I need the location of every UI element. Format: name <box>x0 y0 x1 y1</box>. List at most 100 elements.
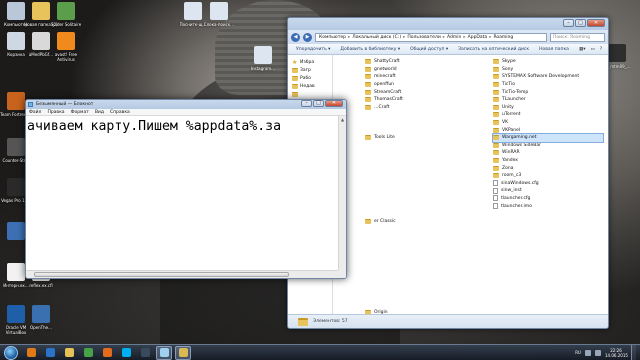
file-item[interactable]: ThomasCraft <box>365 96 475 104</box>
back-arrow-icon[interactable]: ◀ <box>291 32 300 42</box>
taskbar-app-button[interactable] <box>23 346 39 360</box>
add-to-library-button[interactable]: Добавить в библиотеку ▾ <box>340 47 400 52</box>
file-item[interactable] <box>365 126 475 134</box>
volume-icon[interactable] <box>595 349 601 356</box>
desktop-icon[interactable]: Instagram… <box>246 46 280 76</box>
menu-item[interactable]: Правка <box>47 109 64 115</box>
taskbar-app-button[interactable] <box>137 346 153 360</box>
address-bar[interactable]: Компьютер ▸ Локальный диск (C:) ▸ Пользовате… <box>315 32 547 42</box>
file-item[interactable]: sinaWindows.cfg <box>493 180 603 188</box>
taskbar-app-button[interactable] <box>80 346 96 360</box>
file-item[interactable]: Yandex <box>493 157 603 165</box>
file-item[interactable] <box>365 293 475 301</box>
close-button[interactable]: ✕ <box>587 19 605 27</box>
desktop-icon[interactable]: Слока-поиск… <box>202 2 236 32</box>
menu-item[interactable]: Справка <box>110 109 130 115</box>
file-item[interactable]: gnetworld <box>365 66 475 74</box>
file-item[interactable] <box>365 271 475 279</box>
file-item[interactable]: TicTio <box>493 81 603 89</box>
forward-arrow-icon[interactable]: ▶ <box>303 32 312 42</box>
language-indicator[interactable]: RU <box>575 350 581 355</box>
explorer-titlebar[interactable]: – □ ✕ <box>288 18 608 30</box>
preview-pane-icon[interactable]: ▭ <box>590 47 594 52</box>
file-item[interactable] <box>365 278 475 286</box>
file-item[interactable] <box>365 301 475 309</box>
organize-button[interactable]: Упорядочить ▾ <box>296 47 330 52</box>
file-item[interactable]: sinw_inst <box>493 187 603 195</box>
file-item[interactable] <box>365 172 475 180</box>
file-item[interactable] <box>365 255 475 263</box>
file-item[interactable] <box>365 248 475 256</box>
menu-item[interactable]: Вид <box>95 109 104 115</box>
nav-pane-item[interactable] <box>288 90 332 98</box>
file-item[interactable]: Skype <box>493 58 603 66</box>
show-desktop-button[interactable] <box>631 345 636 360</box>
file-item[interactable]: StreamCraft <box>365 88 475 96</box>
file-item[interactable] <box>365 202 475 210</box>
desktop-icon[interactable]: Spider Solitaire <box>49 2 83 32</box>
vertical-scrollbar[interactable]: ▲ <box>338 116 346 270</box>
file-item[interactable]: VKPanel <box>493 126 603 134</box>
maximize-button[interactable]: □ <box>313 100 324 107</box>
file-item[interactable]: tlauncher.cfg <box>493 195 603 203</box>
nav-pane-item[interactable]: Рабо <box>288 74 332 82</box>
nav-pane-item[interactable]: ★ Избра <box>288 58 332 66</box>
file-item[interactable]: uTorrent <box>493 111 603 119</box>
breadcrumb-segment[interactable]: Пользователи <box>407 35 440 40</box>
file-item[interactable]: ShattyCraft <box>365 58 475 66</box>
file-item[interactable]: Zona <box>493 164 603 172</box>
search-input[interactable]: Поиск: Roaming <box>550 32 605 42</box>
share-button[interactable]: Общий доступ ▾ <box>410 47 448 52</box>
file-item[interactable] <box>365 180 475 188</box>
maximize-button[interactable]: □ <box>575 19 586 27</box>
menu-item[interactable]: Файл <box>29 109 41 115</box>
file-item[interactable]: Unity <box>493 104 603 112</box>
taskbar-app-button[interactable] <box>118 346 134 360</box>
resize-grip[interactable] <box>338 270 346 278</box>
view-options-icon[interactable]: ▦▾ <box>579 47 586 52</box>
file-item[interactable] <box>365 142 475 150</box>
nav-pane-item[interactable]: Недав <box>288 82 332 90</box>
file-item[interactable]: Sony <box>493 66 603 74</box>
file-item[interactable] <box>365 119 475 127</box>
file-item[interactable]: tlauncher.imo <box>493 202 603 210</box>
breadcrumb-segment[interactable]: Компьютер <box>319 35 346 40</box>
minimize-button[interactable]: – <box>563 19 574 27</box>
notepad-window[interactable]: Безымянный — Блокнот – □ ✕ Файл Правка Фор… <box>25 99 347 279</box>
file-item[interactable] <box>365 195 475 203</box>
file-item[interactable] <box>365 240 475 248</box>
file-item[interactable]: SYSTEMAX Software Development <box>493 73 603 81</box>
file-item[interactable] <box>365 187 475 195</box>
file-item[interactable]: TLauncher <box>493 96 603 104</box>
file-item[interactable]: room_c3 <box>493 172 603 180</box>
scrollbar-thumb[interactable] <box>34 272 289 277</box>
breadcrumb-segment[interactable]: AppData <box>468 35 488 40</box>
desktop-icon[interactable]: OpenThe… <box>24 305 58 335</box>
horizontal-scrollbar[interactable] <box>26 270 338 278</box>
file-item[interactable]: VK <box>493 119 603 127</box>
file-item[interactable]: TicTio-Temp <box>493 88 603 96</box>
desktop-icon[interactable]: avast! Free Antivirus <box>49 32 83 62</box>
file-item[interactable] <box>365 111 475 119</box>
file-item[interactable]: openffun <box>365 81 475 89</box>
file-item[interactable] <box>365 263 475 271</box>
breadcrumb-segment[interactable]: Локальный диск (C:) <box>352 35 401 40</box>
minimize-button[interactable]: – <box>301 100 312 107</box>
file-item[interactable]: minecraft <box>365 73 475 81</box>
taskbar-app-button[interactable] <box>175 345 191 360</box>
network-icon[interactable] <box>585 349 591 356</box>
file-item[interactable]: Wargaming.net <box>492 132 604 143</box>
notepad-titlebar[interactable]: Безымянный — Блокнот – □ ✕ <box>26 100 346 109</box>
file-item[interactable] <box>365 210 475 218</box>
taskbar-app-button[interactable] <box>156 345 172 360</box>
file-item[interactable]: …Craft <box>365 104 475 112</box>
file-item[interactable]: WinRAR <box>493 149 603 157</box>
file-item[interactable] <box>365 157 475 165</box>
close-button[interactable]: ✕ <box>325 100 343 107</box>
taskbar-app-button[interactable] <box>42 346 58 360</box>
menu-item[interactable]: Формат <box>71 109 89 115</box>
file-item[interactable]: er Classic <box>365 217 475 225</box>
file-item[interactable] <box>365 233 475 241</box>
notepad-text-area[interactable]: ачиваем карту.Пишем %appdata%.за <box>26 116 338 270</box>
scroll-up-icon[interactable]: ▲ <box>339 116 346 124</box>
